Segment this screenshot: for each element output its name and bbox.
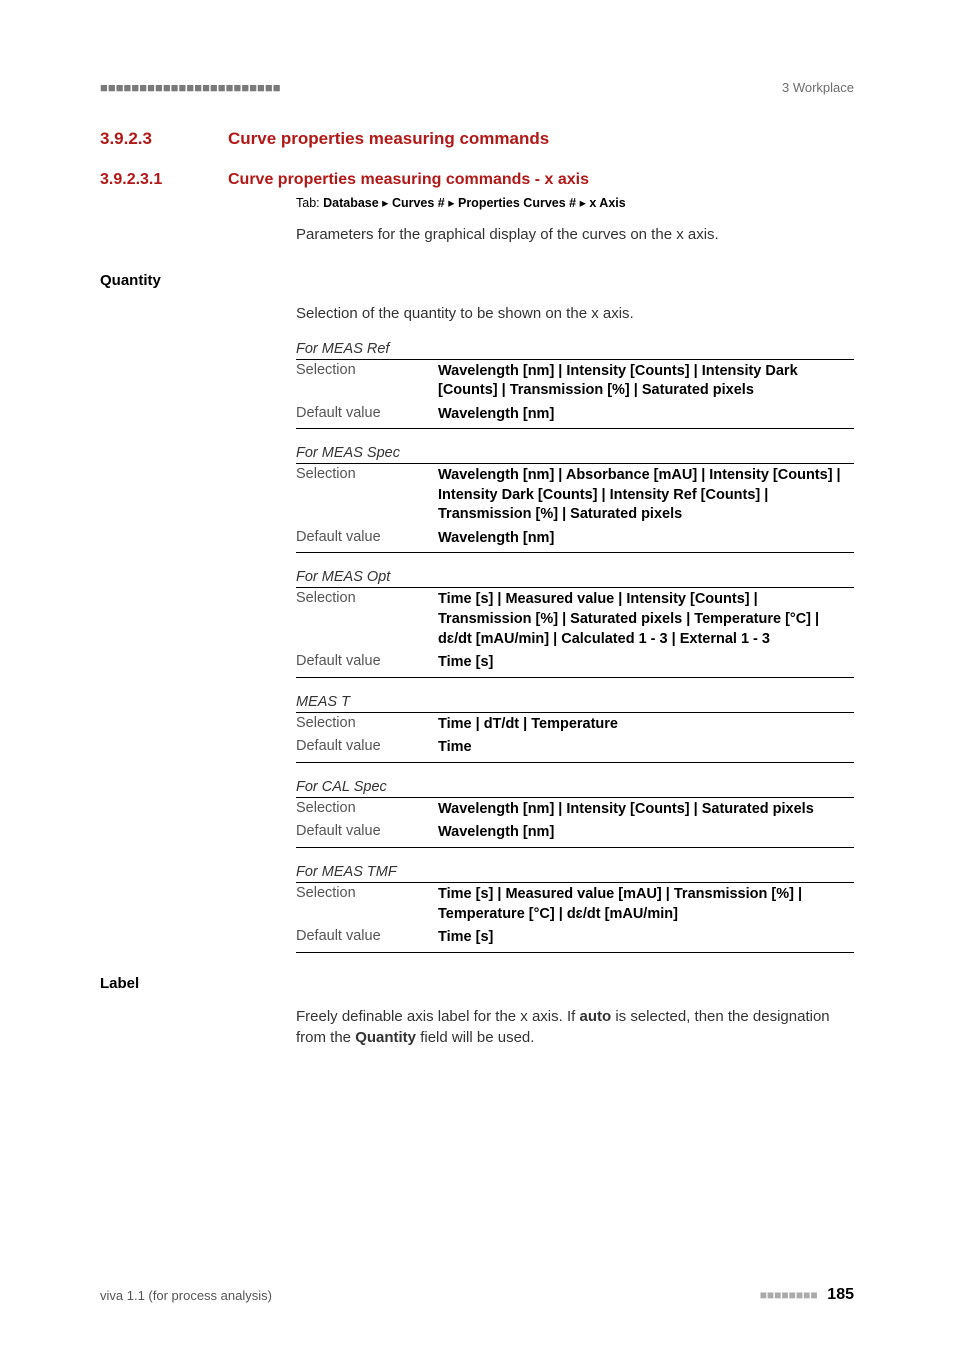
definition-table: SelectionWavelength [nm] | Absorbance [m… [296,464,854,553]
table-row: SelectionWavelength [nm] | Intensity [Co… [296,360,854,403]
row-key: Default value [296,926,438,952]
quantity-groups: For MEAS RefSelectionWavelength [nm] | I… [296,341,854,953]
row-value: Time | dT/dt | Temperature [438,713,854,737]
footer-right: ■■■■■■■■ 185 [760,1286,854,1304]
row-key: Selection [296,588,438,651]
intro-text: Parameters for the graphical display of … [296,224,854,246]
row-value: Wavelength [nm] [438,821,854,847]
table-row: SelectionTime [s] | Measured value | Int… [296,588,854,651]
table-row: Default valueWavelength [nm] [296,403,854,429]
header-chapter: 3 Workplace [782,80,854,95]
group-title: For MEAS Spec [296,445,854,464]
tab-p3: Properties Curves # [458,196,576,210]
header-marks: ■■■■■■■■■■■■■■■■■■■■■■■ [100,80,281,95]
definition-table: SelectionWavelength [nm] | Intensity [Co… [296,360,854,430]
table-row: SelectionTime | dT/dt | Temperature [296,713,854,737]
quantity-lead: Selection of the quantity to be shown on… [296,303,854,325]
subsection-heading: 3.9.2.3.1 Curve properties measuring com… [100,171,854,189]
table-row: Default valueWavelength [nm] [296,821,854,847]
table-row: Default valueTime [s] [296,926,854,952]
row-key: Selection [296,360,438,403]
page-header: ■■■■■■■■■■■■■■■■■■■■■■■ 3 Workplace [100,80,854,95]
row-value: Wavelength [nm] [438,527,854,553]
definition-table: SelectionTime | dT/dt | TemperatureDefau… [296,713,854,763]
row-value: Time [s] [438,926,854,952]
definition-table: SelectionTime [s] | Measured value | Int… [296,588,854,677]
row-value: Wavelength [nm] [438,403,854,429]
row-key: Selection [296,883,438,926]
footer-page-number: 185 [827,1286,854,1303]
row-value: Time [s] | Measured value | Intensity [C… [438,588,854,651]
group-title: For MEAS TMF [296,864,854,883]
subsection-title: Curve properties measuring commands - x … [228,171,589,189]
row-key: Selection [296,798,438,822]
row-key: Default value [296,527,438,553]
label-bold-auto: auto [579,1008,611,1025]
tab-sep: ▸ [576,196,589,210]
row-key: Default value [296,821,438,847]
footer-left: viva 1.1 (for process analysis) [100,1288,272,1303]
table-row: Default valueWavelength [nm] [296,527,854,553]
row-key: Default value [296,403,438,429]
tab-sep: ▸ [445,196,458,210]
tab-breadcrumb: Tab: Database ▸ Curves # ▸ Properties Cu… [296,195,854,210]
tab-p2: Curves # [392,196,445,210]
row-value: Wavelength [nm] | Absorbance [mAU] | Int… [438,464,854,527]
group-title: MEAS T [296,694,854,713]
table-row: Default valueTime [296,736,854,762]
quantity-block: Selection of the quantity to be shown on… [296,303,854,953]
label-bold-quantity: Quantity [355,1029,416,1046]
page: ■■■■■■■■■■■■■■■■■■■■■■■ 3 Workplace 3.9.… [0,0,954,1350]
content-column: Tab: Database ▸ Curves # ▸ Properties Cu… [296,195,854,246]
label-text-post: field will be used. [416,1029,534,1046]
row-value: Time [s] [438,651,854,677]
row-value: Wavelength [nm] | Intensity [Counts] | S… [438,798,854,822]
label-block: Freely definable axis label for the x ax… [296,1006,854,1050]
tab-p4: x Axis [589,196,625,210]
row-key: Selection [296,713,438,737]
row-value: Time [438,736,854,762]
section-number: 3.9.2.3 [100,129,228,149]
label-heading: Label [100,975,854,992]
group-title: For MEAS Opt [296,569,854,588]
row-key: Selection [296,464,438,527]
table-row: SelectionTime [s] | Measured value [mAU]… [296,883,854,926]
row-value: Time [s] | Measured value [mAU] | Transm… [438,883,854,926]
row-key: Default value [296,736,438,762]
section-title: Curve properties measuring commands [228,129,549,149]
footer-marks: ■■■■■■■■ [760,1288,818,1302]
table-row: SelectionWavelength [nm] | Intensity [Co… [296,798,854,822]
subsection-number: 3.9.2.3.1 [100,171,228,189]
row-key: Default value [296,651,438,677]
page-footer: viva 1.1 (for process analysis) ■■■■■■■■… [100,1286,854,1304]
quantity-heading: Quantity [100,272,854,289]
section-heading: 3.9.2.3 Curve properties measuring comma… [100,129,854,149]
tab-p1: Database [323,196,379,210]
tab-label: Tab: [296,196,323,210]
definition-table: SelectionTime [s] | Measured value [mAU]… [296,883,854,953]
label-text-pre: Freely definable axis label for the x ax… [296,1008,579,1025]
table-row: Default valueTime [s] [296,651,854,677]
table-row: SelectionWavelength [nm] | Absorbance [m… [296,464,854,527]
definition-table: SelectionWavelength [nm] | Intensity [Co… [296,798,854,848]
group-title: For MEAS Ref [296,341,854,360]
group-title: For CAL Spec [296,779,854,798]
tab-sep: ▸ [379,196,392,210]
label-text: Freely definable axis label for the x ax… [296,1006,854,1050]
row-value: Wavelength [nm] | Intensity [Counts] | I… [438,360,854,403]
